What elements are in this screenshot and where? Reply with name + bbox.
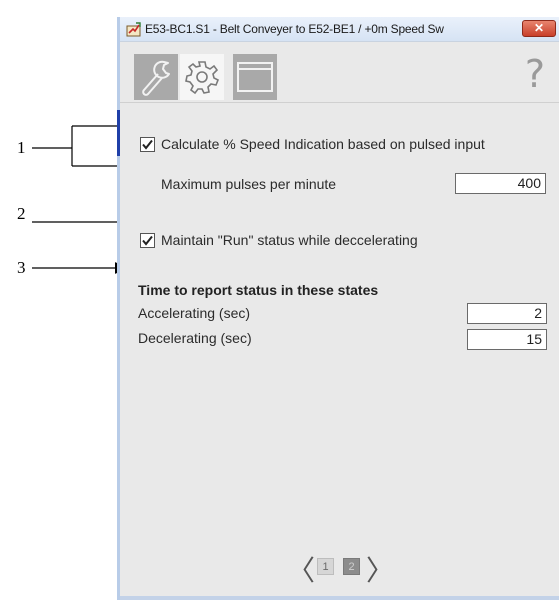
toolbar: ?	[120, 42, 559, 109]
max-pulses-label: Maximum pulses per minute	[161, 176, 337, 192]
gear-icon	[185, 61, 220, 95]
callout-1: 1	[17, 138, 26, 157]
maintain-run-checkbox[interactable]	[140, 233, 155, 248]
max-pulses-input[interactable]: 400	[455, 173, 546, 194]
checkmark-icon	[142, 235, 153, 246]
window-bottom-border	[120, 596, 559, 600]
callout-3: 3	[17, 258, 26, 277]
tab-engineering[interactable]	[180, 54, 224, 100]
callout-2: 2	[17, 204, 26, 223]
calc-speed-checkbox[interactable]	[140, 137, 155, 152]
accelerating-label: Accelerating (sec)	[138, 305, 251, 321]
decelerating-input[interactable]: 15	[467, 329, 547, 350]
title-bar[interactable]: E53-BC1.S1 - Belt Conveyer to E52-BE1 / …	[120, 17, 559, 41]
close-button[interactable]: ✕	[522, 20, 556, 37]
faceplate-content: ? Calculate % Speed Indication based on …	[120, 41, 559, 600]
app-icon	[126, 22, 141, 37]
window-icon	[237, 62, 273, 92]
decelerating-label: Decelerating (sec)	[138, 330, 252, 346]
page-1-button[interactable]: 1	[317, 558, 334, 575]
wrench-icon	[142, 60, 170, 96]
status-section-heading: Time to report status in these states	[138, 282, 379, 298]
maintain-run-label: Maintain "Run" status while decceleratin…	[161, 232, 418, 248]
checkmark-icon	[142, 139, 153, 150]
previous-page-button[interactable]: 〈	[287, 549, 315, 589]
toolbar-divider	[120, 102, 559, 103]
calc-speed-label: Calculate % Speed Indication based on pu…	[161, 136, 485, 152]
page-2-button[interactable]: 2	[343, 558, 360, 575]
next-page-button[interactable]: 〉	[366, 549, 394, 589]
tab-maintenance[interactable]	[134, 54, 178, 100]
help-icon[interactable]: ?	[525, 52, 545, 96]
accelerating-input[interactable]: 2	[467, 303, 547, 324]
tab-display[interactable]	[233, 54, 277, 100]
window-title: E53-BC1.S1 - Belt Conveyer to E52-BE1 / …	[145, 22, 444, 36]
faceplate-window: E53-BC1.S1 - Belt Conveyer to E52-BE1 / …	[117, 17, 559, 600]
pager: 〈 1 2 〉	[120, 540, 559, 600]
